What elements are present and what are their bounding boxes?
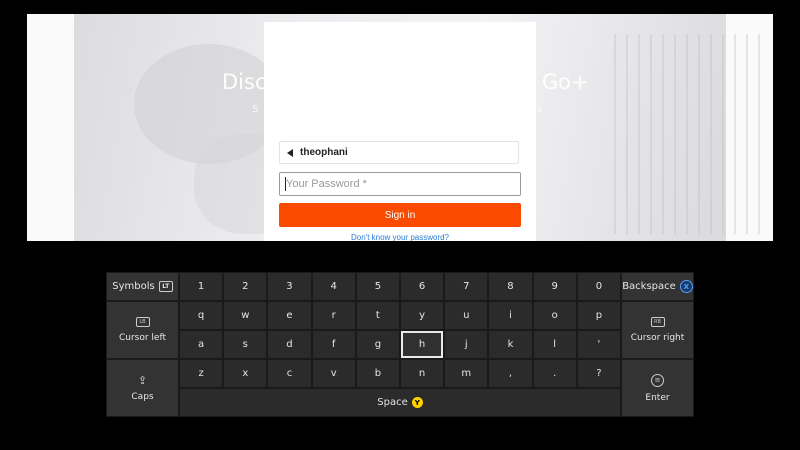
key-0[interactable]: 0 — [576, 272, 621, 301]
cursor-right-label: Cursor right — [630, 333, 685, 343]
key-n[interactable]: n — [400, 359, 445, 388]
caps-label: Caps — [131, 392, 154, 402]
key-w[interactable]: w — [223, 301, 268, 330]
key-1[interactable]: 1 — [179, 272, 224, 301]
key-j[interactable]: j — [444, 330, 489, 359]
y-button-icon: Y — [411, 397, 423, 408]
left-trigger-icon: LT — [158, 281, 173, 292]
key-o[interactable]: o — [532, 301, 577, 330]
symbols-key[interactable]: Symbols LT — [106, 272, 179, 301]
background-shape — [614, 34, 764, 234]
space-label: Space — [377, 397, 408, 408]
caps-key[interactable]: ⇪ Caps — [106, 359, 179, 417]
key-l[interactable]: l — [532, 330, 577, 359]
key-p[interactable]: p — [576, 301, 621, 330]
login-card: theophani Sign in Don't know your passwo… — [264, 22, 536, 241]
background-subtext: s — [537, 104, 543, 115]
key-t[interactable]: t — [355, 301, 400, 330]
text-cursor — [285, 177, 286, 191]
key-z[interactable]: z — [179, 359, 224, 388]
key-s[interactable]: s — [223, 330, 268, 359]
background-heading-right: Go+ — [541, 70, 589, 94]
caps-lock-icon: ⇪ — [137, 374, 148, 387]
key-d[interactable]: d — [267, 330, 312, 359]
sign-in-button[interactable]: Sign in — [279, 203, 521, 227]
key-9[interactable]: 9 — [532, 272, 577, 301]
cursor-left-key[interactable]: LB Cursor left — [106, 301, 179, 359]
key-c[interactable]: c — [267, 359, 312, 388]
key-8[interactable]: 8 — [488, 272, 533, 301]
web-page: Disc Go+ S s theophani Sign in Don't kno… — [27, 14, 773, 241]
key-question[interactable]: ? — [576, 359, 621, 388]
forgot-password-link[interactable]: Don't know your password? — [264, 233, 536, 241]
key-r[interactable]: r — [311, 301, 356, 330]
key-u[interactable]: u — [444, 301, 489, 330]
key-3[interactable]: 3 — [267, 272, 312, 301]
password-input[interactable] — [279, 172, 521, 196]
enter-key[interactable]: ≡ Enter — [621, 359, 694, 417]
key-a[interactable]: a — [179, 330, 224, 359]
key-f[interactable]: f — [311, 330, 356, 359]
key-m[interactable]: m — [444, 359, 489, 388]
enter-label: Enter — [645, 392, 670, 403]
back-to-username-button[interactable]: theophani — [279, 141, 519, 164]
cursor-right-key[interactable]: RB Cursor right — [621, 301, 694, 359]
key-period[interactable]: . — [532, 359, 577, 388]
back-arrow-icon — [287, 148, 293, 157]
right-bumper-icon: RB — [650, 317, 665, 327]
key-k[interactable]: k — [488, 330, 533, 359]
key-x[interactable]: x — [223, 359, 268, 388]
username-label: theophani — [300, 147, 348, 158]
key-v[interactable]: v — [311, 359, 356, 388]
x-button-icon: X — [679, 280, 693, 293]
menu-button-icon: ≡ — [651, 373, 664, 387]
background-heading-left: Disc — [222, 70, 267, 94]
key-h[interactable]: h — [400, 330, 445, 359]
key-2[interactable]: 2 — [223, 272, 268, 301]
key-g[interactable]: g — [355, 330, 400, 359]
key-apostrophe[interactable]: ' — [576, 330, 621, 359]
key-q[interactable]: q — [179, 301, 224, 330]
on-screen-keyboard: Symbols LT LB Cursor left ⇪ Caps Backspa… — [106, 272, 694, 417]
key-comma[interactable]: , — [488, 359, 533, 388]
backspace-label: Backspace — [622, 281, 676, 292]
key-i[interactable]: i — [488, 301, 533, 330]
key-5[interactable]: 5 — [355, 272, 400, 301]
key-b[interactable]: b — [355, 359, 400, 388]
key-6[interactable]: 6 — [400, 272, 445, 301]
backspace-key[interactable]: Backspace X — [621, 272, 694, 301]
key-7[interactable]: 7 — [444, 272, 489, 301]
cursor-left-label: Cursor left — [118, 333, 167, 343]
symbols-label: Symbols — [112, 281, 155, 292]
background-subtext: S — [252, 104, 259, 115]
key-y[interactable]: y — [400, 301, 445, 330]
key-e[interactable]: e — [267, 301, 312, 330]
space-key[interactable]: Space Y — [179, 388, 621, 417]
key-4[interactable]: 4 — [311, 272, 356, 301]
left-bumper-icon: LB — [135, 317, 150, 327]
